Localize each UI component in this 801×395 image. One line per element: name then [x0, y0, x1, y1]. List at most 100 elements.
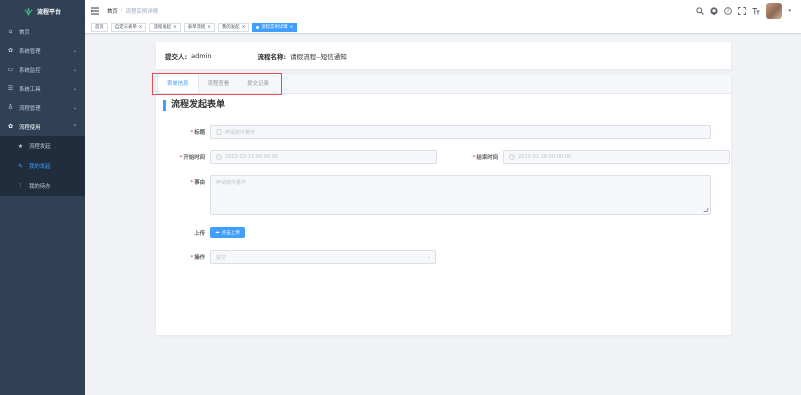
reason-label: *事由: [190, 180, 205, 186]
chevron-down-icon: ⌄: [72, 66, 77, 73]
upload-label: 上传: [194, 230, 205, 237]
breadcrumb: 首页 / 流程实例详情: [107, 7, 158, 15]
sidebar-item-my-todo[interactable]: ⫶ 我的待办: [0, 176, 85, 196]
chevron-down-icon: ⌄: [72, 104, 77, 111]
start-time-input[interactable]: 2023-02-17 00:00:00: [210, 150, 437, 164]
clock-icon: [216, 154, 222, 160]
chevron-down-icon: ⌄: [426, 254, 431, 260]
operation-select[interactable]: 提交 ⌄: [210, 250, 436, 264]
fullscreen-icon[interactable]: [738, 7, 747, 15]
github-icon[interactable]: [710, 7, 719, 15]
operation-row: *操作 提交 ⌄: [156, 250, 436, 264]
clock-icon: [509, 154, 515, 160]
submitter-label: 提交人:: [165, 52, 188, 61]
menu-label: 系统监控: [19, 67, 41, 74]
cloud-upload-icon: ☁: [215, 230, 220, 235]
close-icon[interactable]: ×: [139, 24, 143, 32]
menu-label: 流程使用: [19, 124, 41, 131]
upload-button-label: 点击上传: [221, 230, 240, 236]
right-menu: ? ▾: [696, 3, 791, 19]
menu-system-tools[interactable]: ☰ 系统工具 ⌄: [0, 79, 85, 98]
tag-flow-instance-detail[interactable]: 流程实例详情 ×: [252, 23, 298, 32]
reason-textarea[interactable]: 申请软件著作: [210, 175, 711, 215]
svg-text:?: ?: [727, 9, 730, 15]
flow-name-value: 请假流程--短信通知: [290, 52, 347, 61]
form-card: 表单信息 流程查看 提交记录 流程发起表单 *标题 申请软件著作 *开始时间 2…: [152, 73, 731, 335]
time-row: *开始时间 2023-02-17 00:00:00 *结束时间 2023-02-…: [156, 150, 730, 164]
breadcrumb-home[interactable]: 首页: [107, 7, 118, 15]
gear-icon: ✿: [7, 123, 14, 130]
end-time-input[interactable]: 2023-02-18 00:00:00: [503, 150, 730, 164]
tag-label: 首页: [95, 24, 104, 30]
avatar[interactable]: [766, 3, 783, 19]
tag-label: 自定义表单: [114, 24, 137, 30]
end-time-label: *结束时间: [472, 155, 498, 161]
menu-label: 系统管理: [19, 48, 41, 55]
flow-name-label: 流程名称:: [257, 52, 287, 61]
logo-text: 流程平台: [36, 8, 61, 16]
reason-row: *事由 申请软件著作: [156, 175, 711, 215]
search-icon[interactable]: [696, 7, 705, 15]
menu-label: 流程管理: [19, 105, 41, 112]
home-icon: ⌂: [8, 28, 13, 35]
upload-button[interactable]: ☁ 点击上传: [210, 227, 245, 238]
tag-form-flow[interactable]: 表单流程 ×: [183, 23, 215, 32]
document-icon: [216, 129, 222, 135]
logo-icon: [24, 7, 33, 16]
menu-label: 我的待办: [29, 184, 51, 190]
tag-home[interactable]: 首页: [91, 23, 108, 32]
operation-label: *操作: [190, 255, 205, 261]
close-icon[interactable]: ×: [173, 24, 177, 32]
monitor-icon: ▭: [7, 66, 14, 73]
start-time-label: *开始时间: [179, 155, 205, 161]
chevron-up-icon: ⌃: [72, 123, 77, 130]
menu-system-management[interactable]: ✿ 系统管理 ⌄: [0, 41, 85, 60]
menu-label: 流程发起: [29, 144, 51, 150]
end-time-value: 2023-02-18 00:00:00: [518, 154, 572, 160]
menu-system-monitor[interactable]: ▭ 系统监控 ⌄: [0, 60, 85, 79]
logo[interactable]: 流程平台: [0, 0, 85, 22]
tag-label: 表单流程: [187, 24, 206, 30]
submitter-value: admin: [191, 51, 212, 60]
font-size-icon[interactable]: [752, 7, 760, 15]
close-icon[interactable]: ×: [207, 24, 211, 32]
form-title: 流程发起表单: [163, 100, 731, 111]
star-icon: ★: [17, 142, 24, 150]
tag-my-started[interactable]: 我的发起 ×: [217, 23, 250, 32]
navbar: 首页 / 流程实例详情 ? ▾: [85, 0, 801, 22]
title-label: *标题: [190, 130, 205, 136]
gear-icon: ✿: [7, 47, 14, 54]
main-content: 提交人: admin 流程名称: 请假流程--短信通知 表单信息 流程查看 提交…: [85, 34, 801, 395]
close-icon[interactable]: ×: [290, 24, 294, 32]
hamburger-icon[interactable]: [91, 7, 99, 15]
tag-label: 流程实例详情: [261, 24, 288, 30]
flow-icon: ♁: [8, 104, 13, 111]
breadcrumb-separator: /: [120, 7, 123, 13]
breadcrumb-current: 流程实例详情: [125, 9, 158, 15]
operation-value: 提交: [216, 254, 227, 261]
sidebar-item-flow-start[interactable]: ★ 流程发起: [0, 136, 85, 156]
menu-label: 我的发起: [29, 164, 51, 170]
menu-home[interactable]: ⌂ 首页: [0, 22, 85, 41]
start-time-value: 2023-02-17 00:00:00: [225, 154, 279, 160]
menu-flow-management[interactable]: ♁ 流程管理 ⌄: [0, 98, 85, 117]
info-card: 提交人: admin 流程名称: 请假流程--短信通知: [156, 42, 731, 69]
upload-row: 上传 ☁ 点击上传: [156, 227, 245, 238]
tag-label: 我的发起: [221, 24, 240, 30]
resize-handle-icon[interactable]: [703, 208, 709, 212]
submenu-flow-usage: ★ 流程发起 ✎ 我的发起 ⫶ 我的待办: [0, 136, 85, 196]
title-input[interactable]: 申请软件著作: [210, 125, 711, 139]
help-icon[interactable]: ?: [724, 7, 733, 15]
tags-view: 首页 自定义表单 × 流程发起 × 表单流程 × 我的发起 × 流程实例详情 ×: [85, 22, 801, 34]
edit-icon: ✎: [17, 162, 24, 170]
sidebar: 流程平台 ⌂ 首页 ✿ 系统管理 ⌄ ▭ 系统监控 ⌄ ☰ 系统工具 ⌄ ♁ 流程管理 ⌄ ✿ 流程…: [0, 0, 85, 395]
close-icon[interactable]: ×: [242, 24, 246, 32]
menu-label: 系统工具: [19, 86, 41, 93]
tag-label: 流程发起: [153, 24, 172, 30]
tag-custom-form[interactable]: 自定义表单 ×: [110, 23, 147, 32]
caret-down-icon[interactable]: ▾: [788, 8, 791, 14]
tag-flow-start[interactable]: 流程发起 ×: [149, 23, 181, 32]
chevron-down-icon: ⌄: [72, 47, 77, 54]
sidebar-item-my-started[interactable]: ✎ 我的发起: [0, 156, 85, 176]
menu-flow-usage[interactable]: ✿ 流程使用 ⌃: [0, 117, 85, 136]
